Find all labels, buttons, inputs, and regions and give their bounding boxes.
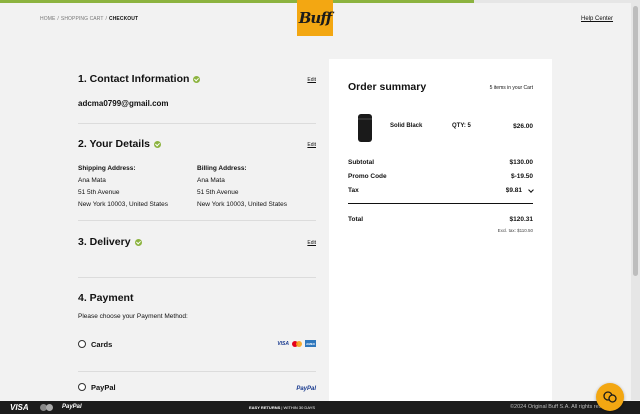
check-icon <box>153 140 161 148</box>
paypal-label: PayPal <box>91 382 116 392</box>
payment-option-cards[interactable]: Cards VISA AMEX <box>78 332 316 372</box>
details-section: 2. Your Details Edit Shipping Address: A… <box>78 124 316 221</box>
tax-value-wrap: $9.81 <box>505 186 534 194</box>
shipping-street: 51 5th Avenue <box>78 189 120 196</box>
chevron-down-icon[interactable] <box>528 186 534 193</box>
payment-section: 4. Payment Please choose your Payment Me… <box>78 278 316 398</box>
footer-mastercard-icon <box>40 404 54 411</box>
billing-city: New York 10003, United States <box>197 201 287 208</box>
cart-item-count: 5 items in your Cart <box>489 85 533 91</box>
footer: VISA PayPal EASY RETURNS | WITHIN 30 DAY… <box>0 401 640 414</box>
promo-row: Promo Code $-19.50 <box>348 169 533 183</box>
chat-bubbles-icon <box>603 391 617 403</box>
footer-visa-icon: VISA <box>10 403 29 412</box>
shipping-name: Ana Mata <box>78 177 106 184</box>
edit-delivery-link[interactable]: Edit <box>307 240 316 246</box>
billing-address-label: Billing Address: <box>197 165 247 172</box>
promo-label: Promo Code <box>348 172 387 180</box>
breadcrumb: HOME / SHOPPING CART / CHECKOUT <box>40 16 138 22</box>
checkout-steps: 1. Contact Information Edit adcma0799@gm… <box>78 60 316 398</box>
easy-returns: EASY RETURNS | WITHIN 30 DAYS <box>249 405 315 410</box>
edit-contact-link[interactable]: Edit <box>307 77 316 83</box>
product-name: Solid Black <box>390 123 423 129</box>
shipping-address: Shipping Address: Ana Mata 51 5th Avenue… <box>78 163 197 211</box>
scrollbar-thumb[interactable] <box>633 6 638 276</box>
paypal-radio[interactable] <box>78 383 86 391</box>
visa-icon: VISA <box>277 340 289 347</box>
cart-item: Solid Black QTY: 5 $26.00 <box>348 113 533 143</box>
payment-option-paypal[interactable]: PayPal PayPal <box>78 372 316 398</box>
page-scrollbar[interactable] <box>631 0 640 400</box>
promo-value: $-19.50 <box>510 172 533 180</box>
buff-logo[interactable]: Buff <box>297 0 333 36</box>
excl-tax-note: Excl. tax: $110.50 <box>497 228 533 233</box>
contact-email: adcma0799@gmail.com <box>78 99 169 108</box>
tax-value: $9.81 <box>505 186 522 194</box>
edit-details-link[interactable]: Edit <box>307 142 316 148</box>
shipping-city: New York 10003, United States <box>78 201 168 208</box>
check-icon <box>193 75 201 83</box>
logo-text: Buff <box>298 9 332 27</box>
chat-button[interactable] <box>596 383 624 411</box>
payment-description: Please choose your Payment Method: <box>78 313 188 320</box>
totals: Subtotal $130.00 Promo Code $-19.50 Tax … <box>348 155 534 233</box>
breadcrumb-separator: / <box>57 16 59 22</box>
product-price: $26.00 <box>513 123 533 130</box>
contact-section: 1. Contact Information Edit adcma0799@gm… <box>78 60 316 124</box>
contact-title-row: 1. Contact Information <box>78 60 316 85</box>
total-row: Total $120.31 <box>348 212 533 226</box>
breadcrumb-separator: / <box>105 16 108 22</box>
tax-row[interactable]: Tax $9.81 <box>348 183 534 197</box>
totals-divider <box>348 203 533 204</box>
breadcrumb-home[interactable]: HOME <box>40 16 55 22</box>
details-title: 2. Your Details <box>78 138 150 150</box>
delivery-title-row: 3. Delivery <box>78 221 316 248</box>
contact-title: 1. Contact Information <box>78 73 190 85</box>
breadcrumb-checkout: CHECKOUT <box>109 16 139 22</box>
help-center-link[interactable]: Help Center <box>581 16 613 22</box>
amex-icon: AMEX <box>305 340 316 347</box>
order-summary: Order summary 5 items in your Cart Solid… <box>329 59 552 404</box>
tax-label: Tax <box>348 186 359 194</box>
total-value: $120.31 <box>509 215 534 223</box>
order-summary-title: Order summary <box>348 81 427 93</box>
card-logos: VISA AMEX <box>277 340 316 347</box>
cards-label: Cards <box>91 340 113 349</box>
product-qty: QTY: 5 <box>452 123 471 129</box>
easy-returns-bold: EASY RETURNS <box>249 405 281 410</box>
delivery-title: 3. Delivery <box>78 236 131 248</box>
check-icon <box>134 238 142 246</box>
payment-title: 4. Payment <box>78 292 134 304</box>
breadcrumb-shopping-cart[interactable]: SHOPPING CART <box>61 16 104 22</box>
details-title-row: 2. Your Details <box>78 124 316 150</box>
address-row: Shipping Address: Ana Mata 51 5th Avenue… <box>78 163 316 211</box>
product-image <box>357 113 373 143</box>
total-label: Total <box>348 215 364 223</box>
shipping-address-label: Shipping Address: <box>78 165 136 172</box>
billing-name: Ana Mata <box>197 177 225 184</box>
billing-street: 51 5th Avenue <box>197 189 239 196</box>
easy-returns-rest: | WITHIN 30 DAYS <box>281 405 316 410</box>
subtotal-label: Subtotal <box>348 158 374 166</box>
cards-radio[interactable] <box>78 340 86 348</box>
paypal-icon: PayPal <box>296 386 316 392</box>
subtotal-value: $130.00 <box>509 158 534 166</box>
delivery-section: 3. Delivery Edit <box>78 221 316 278</box>
subtotal-row: Subtotal $130.00 <box>348 155 533 169</box>
billing-address: Billing Address: Ana Mata 51 5th Avenue … <box>197 163 316 211</box>
mastercard-icon <box>292 340 302 347</box>
footer-paypal-icon: PayPal <box>62 404 82 410</box>
